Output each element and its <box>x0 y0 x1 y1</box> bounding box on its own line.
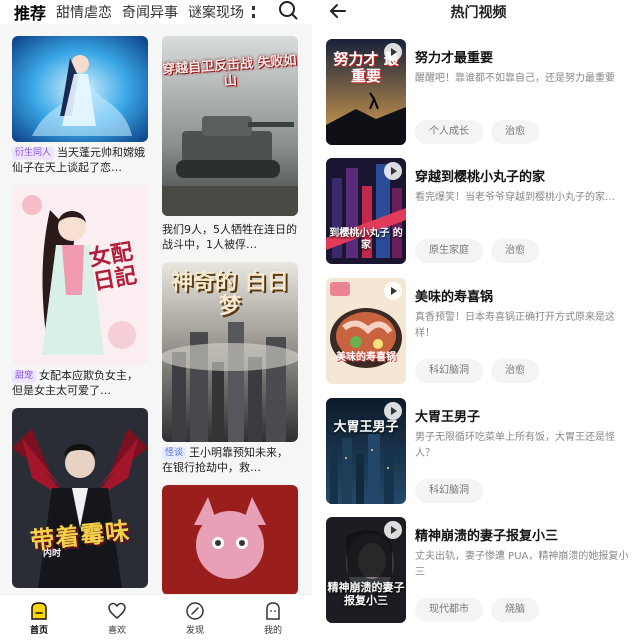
video-tags: 原生家庭 治愈 <box>415 239 547 263</box>
play-icon[interactable] <box>384 521 402 539</box>
play-icon[interactable] <box>384 43 402 61</box>
tab-mystery-cases[interactable]: 谜案现场 <box>188 2 244 22</box>
nav-favorites[interactable]: 喜欢 <box>78 595 156 641</box>
video-description: 男子无限循环吃菜单上所有饭，大胃王还是怪人？ <box>415 432 615 459</box>
story-cover-image: 女配日記 <box>12 185 148 365</box>
video-description: 真香预警！日本寿喜锅正确打开方式原来是这样！ <box>415 312 615 339</box>
play-icon[interactable] <box>384 162 402 180</box>
video-list-item[interactable]: 大胃王男子 大胃王男子 男子无限循环吃菜单上所有饭，大胃王还是怪人？ 科幻脑洞 <box>326 398 631 504</box>
tab-strange-stories[interactable]: 奇闻异事 <box>122 2 178 22</box>
video-title: 穿越到樱桃小丸子的家 <box>415 170 546 185</box>
nav-label: 我的 <box>263 625 282 636</box>
hot-videos-panel: 热门视频 努力才 最重要 努力才最重要 醒醒吧！靠谁都不如靠自己，还是努力最重要… <box>316 0 641 641</box>
home-feed-panel: 推荐 甜情虐恋 奇闻异事 谜案现场 衍生同人 当天蓬元帅和嫦娥仙子在天上谈起了恋… <box>0 0 312 641</box>
video-tag[interactable]: 原生家庭 <box>415 239 483 263</box>
thumbnail-title-text: 大胃王男子 <box>333 420 399 435</box>
genre-tag: 怪谈 <box>162 447 187 460</box>
cover-subtitle-text: 内时 <box>42 549 61 559</box>
nav-profile[interactable]: 我的 <box>234 595 312 641</box>
cover-title-text: 神奇的 白日梦 <box>171 269 289 319</box>
thumbnail-title-text: 美味的寿喜锅 <box>336 352 396 363</box>
video-title: 美味的寿喜锅 <box>415 290 494 305</box>
cover-title-text: 女配日記 <box>86 238 140 296</box>
video-tag[interactable]: 科幻脑洞 <box>415 359 483 383</box>
video-tags: 科幻脑洞 <box>415 479 491 503</box>
tab-recommend[interactable]: 推荐 <box>14 0 47 24</box>
story-card[interactable]: 衍生同人 当天蓬元帅和嫦娥仙子在天上谈起了恋… <box>12 36 148 175</box>
search-icon[interactable] <box>278 0 298 20</box>
story-cover-image: 带着霉味 内时 <box>12 408 148 588</box>
genre-tag: 甜宠 <box>12 370 37 383</box>
video-tags: 科幻脑洞 治愈 <box>415 359 547 383</box>
feed-column-left: 衍生同人 当天蓬元帅和嫦娥仙子在天上谈起了恋… 女配日記 甜宠 女配本应欺负女主，但… <box>12 36 148 598</box>
story-card[interactable] <box>162 485 298 595</box>
video-tag[interactable]: 治愈 <box>491 239 539 263</box>
video-tag[interactable]: 烧脑 <box>491 598 539 622</box>
play-icon[interactable] <box>384 402 402 420</box>
genre-tag: 衍生同人 <box>12 147 55 160</box>
nav-label: 发现 <box>185 625 204 636</box>
video-thumbnail: 努力才 最重要 <box>326 39 406 145</box>
nav-home[interactable]: 首页 <box>0 595 78 641</box>
story-card[interactable]: 穿越自卫反击战 失败如山 我们9人，5人牺牲在连日的战斗中，1人被俘… <box>162 36 298 252</box>
bottom-navigation: 首页 喜欢 发现 我的 <box>0 594 312 641</box>
play-icon[interactable] <box>384 282 402 300</box>
video-tags: 个人成长 治愈 <box>415 120 547 144</box>
story-title: 我们9人，5人牺牲在连日的战斗中，1人被俘… <box>162 223 297 251</box>
more-vertical-icon[interactable] <box>252 6 256 18</box>
video-title: 精神崩溃的妻子报复小三 <box>415 529 559 544</box>
nav-discover[interactable]: 发现 <box>156 595 234 641</box>
page-title: 热门视频 <box>450 5 507 21</box>
video-tag[interactable]: 现代都市 <box>415 598 483 622</box>
thumbnail-title-text: 精神崩溃的妻子 报复小三 <box>327 581 405 607</box>
video-description: 看完爆笑！当老爷爷穿越到樱桃小丸子的家… <box>415 192 615 203</box>
video-thumbnail: 精神崩溃的妻子 报复小三 <box>326 517 406 623</box>
video-list-item[interactable]: 努力才 最重要 努力才最重要 醒醒吧！靠谁都不如靠自己，还是努力最重要 个人成长… <box>326 39 631 145</box>
thumbnail-title-text: 到樱桃小丸子 的家 <box>329 228 403 251</box>
heart-icon <box>108 602 126 619</box>
home-icon <box>31 601 47 620</box>
video-description: 丈夫出轨，妻子惨遭 PUA，精神崩溃的她报复小三 <box>415 551 629 578</box>
video-list-item[interactable]: 美味的寿喜锅 美味的寿喜锅 真香预警！日本寿喜锅正确打开方式原来是这样！ 科幻脑… <box>326 278 631 384</box>
tab-sweet-romance[interactable]: 甜情虐恋 <box>56 2 112 22</box>
story-cover-image: 穿越自卫反击战 失败如山 <box>162 36 298 216</box>
profile-icon <box>266 601 280 620</box>
story-card[interactable]: 神奇的 白日梦 怪谈 王小明靠预知未来，在银行抢劫中，救… <box>162 262 298 475</box>
video-description: 醒醒吧！靠谁都不如靠自己，还是努力最重要 <box>415 73 615 84</box>
page-header: 热门视频 <box>316 0 641 24</box>
video-list-item[interactable]: 精神崩溃的妻子 报复小三 精神崩溃的妻子报复小三 丈夫出轨，妻子惨遭 PUA，精… <box>326 517 631 623</box>
video-tag[interactable]: 治愈 <box>491 120 539 144</box>
story-cover-image <box>12 36 148 142</box>
story-card[interactable]: 带着霉味 内时 <box>12 408 148 588</box>
story-cover-image: 神奇的 白日梦 <box>162 262 298 442</box>
nav-label: 首页 <box>29 625 48 636</box>
video-tag[interactable]: 治愈 <box>491 359 539 383</box>
video-thumbnail: 美味的寿喜锅 <box>326 278 406 384</box>
feed-column-right: 穿越自卫反击战 失败如山 我们9人，5人牺牲在连日的战斗中，1人被俘… 神奇的 … <box>162 36 298 605</box>
story-cover-image <box>162 485 298 595</box>
category-tab-bar: 推荐 甜情虐恋 奇闻异事 谜案现场 <box>0 0 312 24</box>
video-tags: 现代都市 烧脑 <box>415 598 547 622</box>
video-tag[interactable]: 科幻脑洞 <box>415 479 483 503</box>
compass-icon <box>186 601 204 620</box>
video-list-item[interactable]: 到樱桃小丸子 的家 穿越到樱桃小丸子的家 看完爆笑！当老爷爷穿越到樱桃小丸子的家… <box>326 158 631 264</box>
nav-label: 喜欢 <box>107 625 126 636</box>
story-card[interactable]: 女配日記 甜宠 女配本应欺负女主，但是女主太可爱了… <box>12 185 148 398</box>
video-title: 努力才最重要 <box>415 51 494 66</box>
video-tag[interactable]: 个人成长 <box>415 120 483 144</box>
video-thumbnail: 到樱桃小丸子 的家 <box>326 158 406 264</box>
video-title: 大胃王男子 <box>415 410 481 425</box>
video-thumbnail: 大胃王男子 <box>326 398 406 504</box>
